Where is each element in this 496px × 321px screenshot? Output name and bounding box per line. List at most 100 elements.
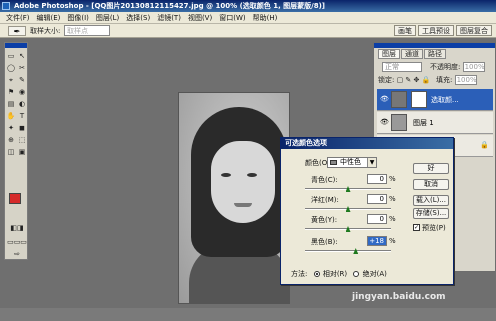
- method-row: 方法: 相对(R) 绝对(A): [291, 269, 387, 279]
- fill-control: 填充: 100%: [436, 75, 477, 85]
- menu-layer[interactable]: 图层(L): [96, 13, 119, 23]
- tab-layer-comps[interactable]: 图层复合: [456, 25, 492, 36]
- dodge-tool-icon[interactable]: ◼: [17, 123, 27, 133]
- blur-tool-icon[interactable]: ✦: [6, 123, 16, 133]
- sample-size-select[interactable]: 取样点: [64, 25, 110, 36]
- blend-mode-select[interactable]: 正常: [382, 62, 422, 72]
- eraser-tool-icon[interactable]: ✋: [6, 111, 16, 121]
- chevron-down-icon[interactable]: ▼: [367, 158, 376, 167]
- menu-file[interactable]: 文件(F): [6, 13, 30, 23]
- menu-help[interactable]: 帮助(H): [253, 13, 278, 23]
- title-bar: Adobe Photoshop - [QQ图片20130812115427.jp…: [0, 0, 496, 12]
- fill-label: 填充:: [436, 76, 453, 84]
- absolute-radio[interactable]: [353, 271, 360, 277]
- layer-row-selective-color[interactable]: 👁 选取颜...: [377, 89, 493, 111]
- tab-layers[interactable]: 图层: [378, 49, 400, 59]
- percent-sign: %: [389, 215, 396, 223]
- lock-label: 锁定:: [378, 76, 395, 84]
- relative-label: 相对(R): [322, 270, 348, 278]
- tab-tool-presets[interactable]: 工具预设: [418, 25, 454, 36]
- menu-bar: 文件(F) 编辑(E) 图像(I) 图层(L) 选择(S) 滤镜(T) 视图(V…: [0, 12, 496, 24]
- menu-edit[interactable]: 编辑(E): [37, 13, 61, 23]
- slice-tool-icon[interactable]: ✎: [17, 75, 27, 85]
- cancel-button[interactable]: 取消: [413, 179, 449, 190]
- menu-image[interactable]: 图像(I): [67, 13, 89, 23]
- yellow-input[interactable]: 0: [367, 214, 387, 224]
- layers-panel-grip[interactable]: [374, 43, 495, 48]
- move-tool-icon[interactable]: ↖: [17, 51, 27, 61]
- jump-to-imageready-icon[interactable]: ⇨: [7, 249, 27, 259]
- quick-mask-icon[interactable]: ◧◨: [7, 223, 27, 233]
- method-label: 方法:: [291, 270, 308, 278]
- lock-control: 锁定: ▢ ✎ ✥ 🔒: [378, 75, 430, 85]
- photoshop-app-icon: [2, 2, 10, 10]
- menu-select[interactable]: 选择(S): [126, 13, 150, 23]
- layer-name: 选取颜...: [431, 96, 459, 104]
- color-select-value: 中性色: [340, 158, 361, 166]
- photo-face: [211, 141, 275, 223]
- screen-mode-icon[interactable]: ▭▭▭: [7, 237, 27, 247]
- layer-row-layer1[interactable]: 👁 图层 1: [377, 112, 493, 134]
- color-swatch: [330, 160, 337, 165]
- save-button[interactable]: 存储(S)...: [413, 208, 449, 219]
- relative-radio[interactable]: [313, 271, 320, 277]
- load-button[interactable]: 载入(L)...: [413, 195, 449, 206]
- eyedropper-tool-icon[interactable]: ✒: [8, 26, 26, 36]
- color-select[interactable]: 中性色 ▼: [327, 157, 377, 168]
- percent-sign: %: [389, 175, 396, 183]
- stamp-tool-icon[interactable]: ▤: [6, 99, 16, 109]
- sample-size-label: 取样大小:: [30, 27, 61, 35]
- crop-tool-icon[interactable]: ⌖: [6, 75, 16, 85]
- cyan-input[interactable]: 0: [367, 174, 387, 184]
- fill-input[interactable]: 100%: [454, 75, 477, 85]
- healing-brush-tool-icon[interactable]: ⚑: [6, 87, 16, 97]
- preview-label: 预览(P): [422, 224, 446, 232]
- path-selection-tool-icon[interactable]: ⊕: [6, 135, 16, 145]
- pen-tool-icon[interactable]: ◫: [6, 147, 16, 157]
- shape-tool-icon[interactable]: ▣: [17, 147, 27, 157]
- gradient-tool-icon[interactable]: T: [17, 111, 27, 121]
- layer-thumbnail: [391, 114, 407, 131]
- palette-well: 画笔 工具预设 图层复合: [392, 25, 492, 36]
- black-input[interactable]: +18: [367, 236, 387, 246]
- watermark: jingyan.baidu.com: [352, 292, 446, 302]
- percent-sign: %: [389, 195, 396, 203]
- menu-filter[interactable]: 滤镜(T): [157, 13, 181, 23]
- black-slider-track[interactable]: [305, 250, 391, 252]
- marquee-tool-icon[interactable]: ▭: [6, 51, 16, 61]
- toolbox-grip[interactable]: [5, 43, 27, 48]
- foreground-color-swatch[interactable]: [9, 193, 21, 204]
- opacity-input[interactable]: 100%: [462, 62, 485, 72]
- photo-right-eye: [247, 173, 257, 177]
- tab-channels[interactable]: 通道: [401, 49, 423, 59]
- menu-view[interactable]: 视图(V): [188, 13, 212, 23]
- type-tool-icon[interactable]: ⬚: [17, 135, 27, 145]
- layer-name: 图层 1: [413, 119, 434, 127]
- tab-brushes[interactable]: 画笔: [394, 25, 416, 36]
- magic-wand-tool-icon[interactable]: ✂: [17, 63, 27, 73]
- photo-left-eye: [221, 173, 231, 177]
- absolute-label: 绝对(A): [362, 270, 387, 278]
- menu-window[interactable]: 窗口(W): [219, 13, 245, 23]
- history-brush-tool-icon[interactable]: ◐: [17, 99, 27, 109]
- opacity-control: 不透明度: 100%: [430, 62, 485, 72]
- photo-mouth: [234, 203, 252, 207]
- tab-paths[interactable]: 路径: [424, 49, 446, 59]
- percent-sign: %: [389, 237, 396, 245]
- yellow-label: 黄色(Y):: [311, 216, 338, 224]
- brush-tool-icon[interactable]: ◉: [17, 87, 27, 97]
- visibility-eye-icon[interactable]: 👁: [380, 118, 389, 126]
- lasso-tool-icon[interactable]: ◯: [6, 63, 16, 73]
- layers-panel-tabs: 图层 通道 路径: [378, 49, 447, 59]
- document-title: - [QQ图片20130812115427.jpg @ 100% (选取颜色 1…: [85, 2, 325, 10]
- visibility-eye-icon[interactable]: 👁: [380, 95, 389, 103]
- preview-checkbox[interactable]: ✓: [413, 224, 420, 231]
- magenta-input[interactable]: 0: [367, 194, 387, 204]
- lock-icons[interactable]: ▢ ✎ ✥ 🔒: [397, 76, 431, 84]
- ok-button[interactable]: 好: [413, 163, 449, 174]
- opacity-label: 不透明度:: [430, 63, 461, 71]
- layer-mask-thumbnail[interactable]: [411, 91, 427, 108]
- options-bar: ✒ 取样大小: 取样点 画笔 工具预设 图层复合: [0, 24, 496, 38]
- document-canvas[interactable]: [178, 92, 290, 304]
- lock-icon: 🔒: [480, 141, 489, 149]
